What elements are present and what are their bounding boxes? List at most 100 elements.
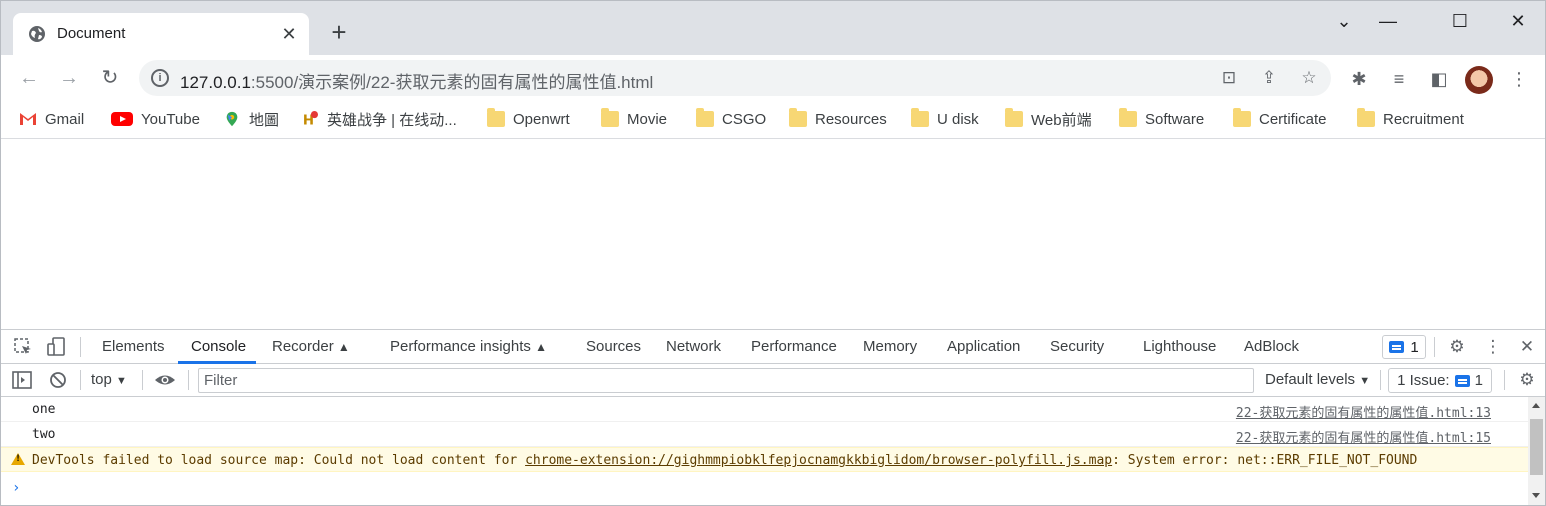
address-bar[interactable]: i 127.0.0.1:5500/演示案例/22-获取元素的固有属性的属性值.h…	[139, 60, 1331, 96]
translate-icon[interactable]: ⊡	[1219, 68, 1239, 88]
tab-document[interactable]: Document ✕	[13, 13, 309, 55]
device-toolbar-icon[interactable]	[45, 336, 67, 358]
eye-icon[interactable]	[154, 369, 176, 391]
kebab-menu-icon[interactable]: ⋮	[1482, 336, 1504, 358]
log-levels-dropdown[interactable]: Default levels ▼	[1265, 371, 1370, 388]
minimize-button[interactable]: —	[1373, 9, 1403, 33]
extensions-icon[interactable]: ✱	[1347, 67, 1371, 91]
tab-title: Document	[57, 25, 126, 42]
bookmark-label: Movie	[627, 110, 668, 128]
bookmark-folder-openwrt[interactable]: Openwrt	[487, 108, 570, 130]
console-log-row: one 22-获取元素的固有属性的属性值.html:13	[1, 397, 1528, 422]
filter-box	[198, 368, 1254, 393]
source-link[interactable]: 22-获取元素的固有属性的属性值.html:15	[1236, 427, 1491, 446]
bookmarks-bar: Gmail YouTube 地圖 H 英雄战争 | 在线动... Openwrt…	[1, 101, 1545, 139]
bookmark-folder-movie[interactable]: Movie	[601, 108, 667, 130]
new-tab-button[interactable]: +	[327, 19, 351, 45]
message-icon	[1389, 341, 1405, 353]
console-scrollbar[interactable]	[1528, 397, 1545, 505]
bookmark-folder-certificate[interactable]: Certificate	[1233, 108, 1327, 130]
tab-lighthouse[interactable]: Lighthouse	[1143, 338, 1216, 355]
bookmark-game[interactable]: H 英雄战争 | 在线动...	[301, 108, 457, 130]
flask-icon: ▲	[535, 340, 547, 354]
divider	[80, 370, 81, 390]
menu-icon[interactable]: ⋮	[1507, 67, 1531, 91]
bookmark-folder-web[interactable]: Web前端	[1005, 108, 1092, 130]
bookmark-label: Web前端	[1031, 111, 1092, 129]
context-selector[interactable]: top ▼	[91, 371, 127, 388]
reload-button[interactable]: ↻	[96, 64, 124, 92]
bookmark-folder-csgo[interactable]: CSGO	[696, 108, 766, 130]
bookmark-maps[interactable]: 地圖	[223, 108, 279, 130]
folder-icon	[1357, 108, 1375, 127]
warning-link[interactable]: chrome-extension://gighmmpiobklfepjocnam…	[525, 453, 1112, 468]
bookmark-folder-software[interactable]: Software	[1119, 108, 1204, 130]
bookmark-youtube[interactable]: YouTube	[111, 108, 200, 130]
close-tab-icon[interactable]: ✕	[279, 24, 299, 44]
bookmark-label: Recruitment	[1383, 110, 1464, 128]
tab-security[interactable]: Security	[1050, 338, 1104, 355]
bookmark-folder-udisk[interactable]: U disk	[911, 108, 979, 130]
media-icon[interactable]: ≡	[1387, 67, 1411, 91]
folder-icon	[1119, 108, 1137, 127]
scroll-thumb[interactable]	[1530, 419, 1543, 475]
scroll-down-icon[interactable]	[1532, 493, 1540, 498]
url-text[interactable]: 127.0.0.1:5500/演示案例/22-获取元素的固有属性的属性值.htm…	[180, 68, 653, 93]
tab-console[interactable]: Console	[191, 338, 246, 355]
source-link[interactable]: 22-获取元素的固有属性的属性值.html:13	[1236, 402, 1491, 421]
sidebar-toggle-icon[interactable]	[11, 369, 33, 391]
tab-sources[interactable]: Sources	[586, 338, 641, 355]
star-icon[interactable]: ☆	[1299, 68, 1319, 88]
warning-prefix: DevTools failed to load source map: Coul…	[32, 453, 526, 468]
bookmark-folder-recruitment[interactable]: Recruitment	[1357, 108, 1464, 130]
browser-window: Document ✕ + ⌄ — ☐ ✕ ← → ↻ i 127.0.0.1:5…	[0, 0, 1546, 506]
tab-memory[interactable]: Memory	[863, 338, 917, 355]
message-icon	[1454, 374, 1470, 387]
close-window-button[interactable]: ✕	[1503, 9, 1533, 33]
tab-performance-insights[interactable]: Performance insights ▲	[390, 338, 547, 355]
console-settings-gear-icon[interactable]: ⚙	[1516, 369, 1538, 391]
url-host: 127.0.0.1	[180, 73, 251, 92]
bookmark-label: U disk	[937, 110, 979, 128]
folder-icon	[911, 108, 929, 127]
gear-icon[interactable]: ⚙	[1446, 336, 1468, 358]
inspect-icon[interactable]	[12, 336, 34, 358]
flask-icon: ▲	[337, 340, 350, 354]
warning-message: DevTools failed to load source map: Coul…	[32, 453, 1417, 468]
divider	[188, 370, 189, 390]
filter-input[interactable]	[199, 369, 1253, 392]
divider	[80, 337, 81, 357]
maximize-button[interactable]: ☐	[1445, 9, 1475, 33]
tab-elements[interactable]: Elements	[102, 338, 165, 355]
tab-application[interactable]: Application	[947, 338, 1020, 355]
tab-network[interactable]: Network	[666, 338, 721, 355]
back-button[interactable]: ←	[15, 64, 43, 92]
log-message: one	[32, 402, 56, 417]
folder-icon	[601, 108, 619, 127]
close-devtools-icon[interactable]: ✕	[1516, 336, 1538, 358]
devtools-tabbar: Elements Console Recorder ▲ Performance …	[1, 330, 1545, 364]
forward-button[interactable]: →	[55, 64, 83, 92]
divider	[1434, 337, 1435, 357]
issues-badge[interactable]: 1	[1382, 335, 1426, 359]
chevron-down-icon[interactable]: ⌄	[1329, 9, 1359, 33]
tab-adblock[interactable]: AdBlock	[1244, 338, 1299, 355]
info-icon[interactable]: i	[151, 69, 169, 87]
console-prompt[interactable]: ›	[12, 480, 20, 496]
bookmark-label: 英雄战争 | 在线动...	[327, 111, 457, 129]
tab-label: Performance insights	[390, 338, 531, 355]
avatar[interactable]	[1465, 66, 1493, 94]
bookmark-gmail[interactable]: Gmail	[19, 108, 84, 130]
issues-button[interactable]: 1 Issue: 1	[1388, 368, 1492, 393]
tab-strip: Document ✕ + ⌄ — ☐ ✕	[1, 1, 1545, 55]
log-message: two	[32, 427, 56, 442]
sidepanel-icon[interactable]: ◧	[1427, 67, 1451, 91]
levels-label: Default levels	[1265, 371, 1356, 388]
tab-recorder[interactable]: Recorder ▲	[272, 338, 350, 355]
scroll-up-icon[interactable]	[1532, 403, 1540, 408]
tab-performance[interactable]: Performance	[751, 338, 837, 355]
bookmark-folder-resources[interactable]: Resources	[789, 108, 887, 130]
clear-console-icon[interactable]	[47, 369, 69, 391]
issues-label: 1 Issue:	[1397, 372, 1450, 389]
share-icon[interactable]: ⇪	[1259, 68, 1279, 88]
